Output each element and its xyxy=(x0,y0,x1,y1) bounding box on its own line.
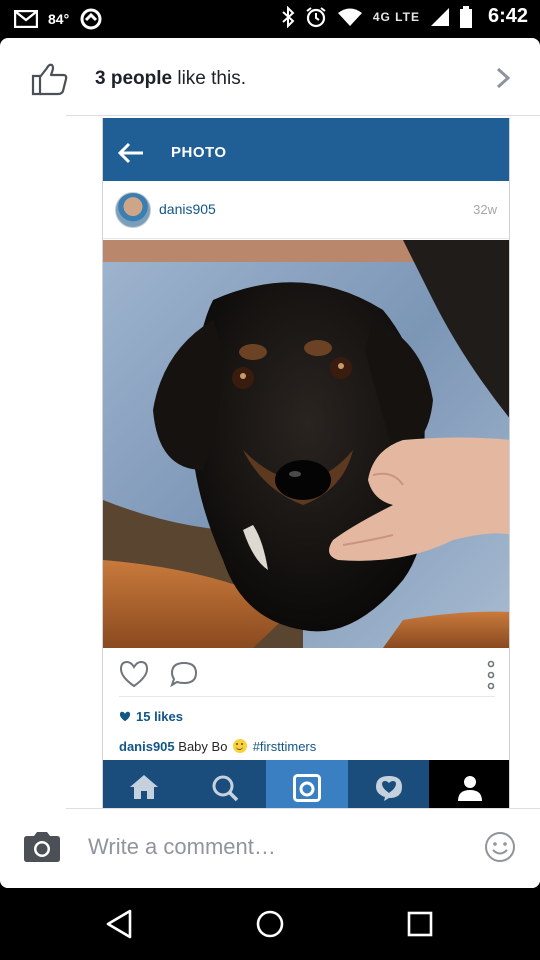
caption-text: Baby Bo xyxy=(178,739,228,754)
small-heart-icon xyxy=(119,711,131,722)
avatar xyxy=(115,192,151,228)
dog-photo xyxy=(103,240,509,648)
thumbs-up-icon xyxy=(31,63,68,96)
gmail-icon xyxy=(14,10,38,28)
caption-username: danis905 xyxy=(119,739,175,754)
activity-icon xyxy=(375,776,402,801)
home-icon xyxy=(129,775,158,799)
embedded-header: PHOTO xyxy=(103,124,509,181)
post-author-row: danis905 32w xyxy=(103,181,509,239)
profile-icon xyxy=(458,776,483,801)
likes-suffix: like this. xyxy=(172,68,246,89)
battery-icon xyxy=(459,5,472,28)
tab-search xyxy=(184,760,267,808)
status-bar: 84° 4G LTE 6:42 xyxy=(0,0,540,38)
comment-input[interactable] xyxy=(88,829,468,865)
post-age: 32w xyxy=(473,202,497,217)
emoji-smile-icon[interactable] xyxy=(484,831,516,863)
clock: 6:42 xyxy=(487,5,528,27)
tab-profile xyxy=(429,760,509,808)
tab-home xyxy=(103,760,185,808)
post-likes: 15 likes xyxy=(119,709,183,724)
back-arrow-icon xyxy=(117,142,143,164)
heart-icon xyxy=(119,660,149,688)
embedded-tab-bar xyxy=(103,760,509,808)
android-nav-bar xyxy=(0,888,540,960)
embedded-title: PHOTO xyxy=(171,144,227,161)
smiley-emoji-icon xyxy=(233,739,248,753)
tab-activity xyxy=(347,760,430,808)
comments-sheet: 3 people like this. PHOTO danis905 32w 1… xyxy=(0,38,540,888)
divider xyxy=(66,115,540,116)
post-actions xyxy=(103,648,509,698)
camera-icon xyxy=(292,774,321,802)
likes-row[interactable]: 3 people like this. xyxy=(0,38,540,116)
tab-camera xyxy=(266,760,348,808)
comment-photo[interactable]: PHOTO danis905 32w 15 likes danis905 Bab… xyxy=(102,118,510,808)
camera-icon[interactable] xyxy=(22,831,62,863)
wifi-icon xyxy=(337,8,362,26)
bluetooth-icon xyxy=(282,5,295,28)
back-icon[interactable] xyxy=(104,908,136,940)
likes-count: 3 people xyxy=(95,68,173,89)
likes-summary: 3 people like this. xyxy=(95,68,246,90)
home-button-icon[interactable] xyxy=(254,908,286,940)
comment-bubble-icon xyxy=(170,661,198,688)
post-username: danis905 xyxy=(159,201,216,217)
chevron-right-icon[interactable] xyxy=(494,66,512,90)
recents-icon[interactable] xyxy=(404,908,436,940)
post-likes-count: 15 likes xyxy=(136,709,183,724)
network-type: 4G LTE xyxy=(372,9,420,24)
more-vert-icon xyxy=(487,660,495,690)
alarm-icon xyxy=(306,6,326,27)
temperature: 84° xyxy=(48,11,70,27)
divider xyxy=(119,696,495,697)
weather-icon xyxy=(80,8,102,30)
caption-hashtag: #firsttimers xyxy=(252,739,317,754)
signal-icon xyxy=(430,7,449,26)
comment-composer xyxy=(0,809,540,888)
search-icon xyxy=(212,775,239,802)
post-caption: danis905 Baby Bo #firsttimers xyxy=(119,739,316,754)
